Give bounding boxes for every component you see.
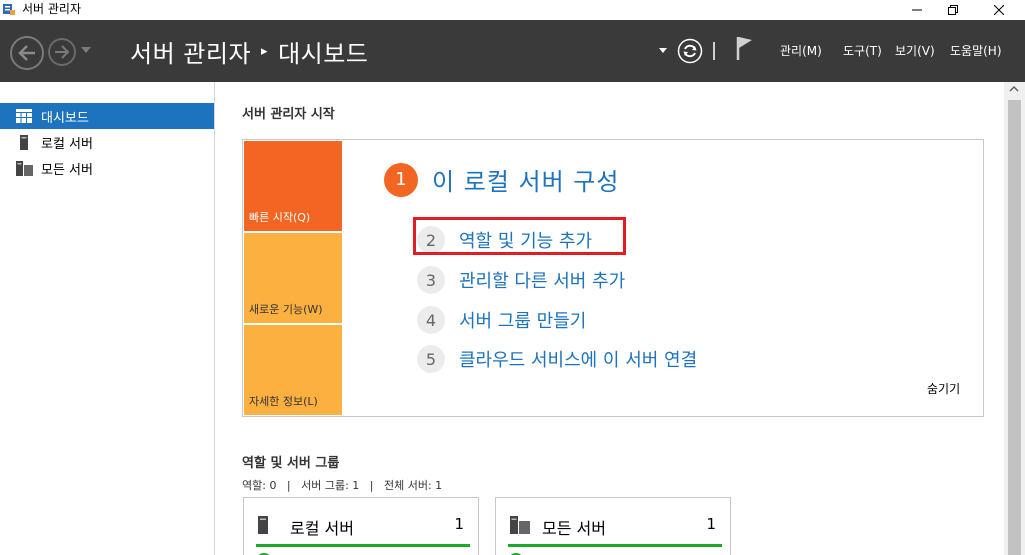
servers-icon xyxy=(510,516,530,534)
step-number: 4 xyxy=(417,306,445,334)
tile-label: 자세한 정보(L) xyxy=(249,395,318,408)
header-bar: 서버 관리자 ▸ 대시보드 관리(M) 도구(T) 보기(V) 도움말(H) xyxy=(0,20,1025,82)
step-number: 1 xyxy=(384,162,418,197)
notification-flag-icon[interactable] xyxy=(735,35,755,61)
forward-button[interactable] xyxy=(48,38,76,66)
menu-help[interactable]: 도움말(H) xyxy=(950,42,1002,59)
card-count: 1 xyxy=(454,515,464,533)
step-number: 3 xyxy=(417,266,445,294)
roles-summary: 역할: 0 | 서버 그룹: 1 | 전체 서버: 1 xyxy=(242,479,443,492)
window-title: 서버 관리자 xyxy=(22,2,82,16)
sidebar-item-label: 대시보드 xyxy=(41,110,89,126)
status-bar xyxy=(256,544,470,547)
history-dropdown-icon[interactable] xyxy=(81,47,91,53)
roles-section-title: 역할 및 서버 그룹 xyxy=(242,456,340,471)
welcome-panel: 빠른 시작(Q) 새로운 기능(W) 자세한 정보(L) 1 이 로컬 서버 구… xyxy=(242,139,984,417)
close-button[interactable] xyxy=(977,0,1021,20)
card-title: 모든 서버 xyxy=(542,519,606,538)
restore-icon xyxy=(948,5,958,15)
tile-learn-more[interactable]: 자세한 정보(L) xyxy=(244,325,342,415)
step-label: 서버 그룹 만들기 xyxy=(459,311,587,332)
back-button[interactable] xyxy=(10,36,44,70)
welcome-section-title: 서버 관리자 시작 xyxy=(242,107,335,122)
header-divider xyxy=(713,42,715,60)
breadcrumb: 서버 관리자 ▸ 대시보드 xyxy=(130,34,368,69)
card-local-server[interactable]: 로컬 서버 1 xyxy=(243,497,479,555)
arrow-left-icon xyxy=(18,45,35,61)
tile-label: 새로운 기능(W) xyxy=(249,303,323,316)
server-manager-app-icon xyxy=(3,4,15,15)
sidebar-item-label: 모든 서버 xyxy=(41,162,93,178)
refresh-dropdown-icon[interactable] xyxy=(659,48,667,53)
highlight-box xyxy=(413,217,626,255)
close-icon xyxy=(994,5,1004,15)
step-configure-local-server[interactable]: 1 이 로컬 서버 구성 xyxy=(384,162,619,197)
breadcrumb-page: 대시보드 xyxy=(278,40,369,68)
menu-tools[interactable]: 도구(T) xyxy=(843,42,882,59)
sidebar-item-all-servers[interactable]: 모든 서버 xyxy=(0,155,214,181)
card-all-servers[interactable]: 모든 서버 1 xyxy=(495,497,731,555)
step-create-server-group[interactable]: 4 서버 그룹 만들기 xyxy=(417,306,586,334)
title-bar: 서버 관리자 xyxy=(0,0,1025,20)
card-count: 1 xyxy=(706,515,716,533)
tile-whats-new[interactable]: 새로운 기능(W) xyxy=(244,233,342,323)
breadcrumb-app[interactable]: 서버 관리자 xyxy=(130,34,251,69)
dashboard-icon xyxy=(15,108,33,124)
sidebar-item-local-server[interactable]: 로컬 서버 xyxy=(0,129,214,155)
hide-link[interactable]: 숨기기 xyxy=(927,380,960,397)
vertical-scrollbar[interactable] xyxy=(1004,82,1025,555)
step-connect-cloud[interactable]: 5 클라우드 서비스에 이 서버 연결 xyxy=(417,345,697,373)
sidebar: 대시보드 로컬 서버 모든 서버 xyxy=(0,82,215,555)
tile-quick-start[interactable]: 빠른 시작(Q) xyxy=(244,141,342,231)
dashboard-content: 서버 관리자 시작 빠른 시작(Q) 새로운 기능(W) 자세한 정보(L) 1… xyxy=(216,82,1004,555)
card-title: 로컬 서버 xyxy=(290,519,354,538)
scroll-up-icon[interactable] xyxy=(1009,86,1019,92)
tile-label: 빠른 시작(Q) xyxy=(249,211,311,224)
sidebar-item-dashboard[interactable]: 대시보드 xyxy=(0,103,214,129)
server-manager-window: 서버 관리자 서버 관리자 ▸ 대시보드 관리(M) 도구(T) 보기(V) 도… xyxy=(0,0,1025,555)
status-bar xyxy=(508,544,722,547)
servers-icon xyxy=(15,160,33,176)
step-label: 클라우드 서비스에 이 서버 연결 xyxy=(459,350,698,371)
step-number: 5 xyxy=(417,345,445,373)
breadcrumb-separator: ▸ xyxy=(261,44,269,59)
sidebar-item-label: 로컬 서버 xyxy=(41,136,93,152)
restore-button[interactable] xyxy=(931,0,975,20)
server-icon xyxy=(258,516,268,534)
refresh-icon[interactable] xyxy=(677,38,703,64)
arrow-right-icon xyxy=(55,45,70,59)
step-label: 관리할 다른 서버 추가 xyxy=(459,271,626,292)
menu-manage[interactable]: 관리(M) xyxy=(780,42,822,59)
minimize-icon xyxy=(912,9,922,11)
step-add-other-servers[interactable]: 3 관리할 다른 서버 추가 xyxy=(417,266,625,294)
server-icon xyxy=(15,134,33,150)
step-label: 이 로컬 서버 구성 xyxy=(432,168,620,196)
menu-view[interactable]: 보기(V) xyxy=(895,42,935,59)
scroll-thumb[interactable] xyxy=(1008,100,1021,555)
